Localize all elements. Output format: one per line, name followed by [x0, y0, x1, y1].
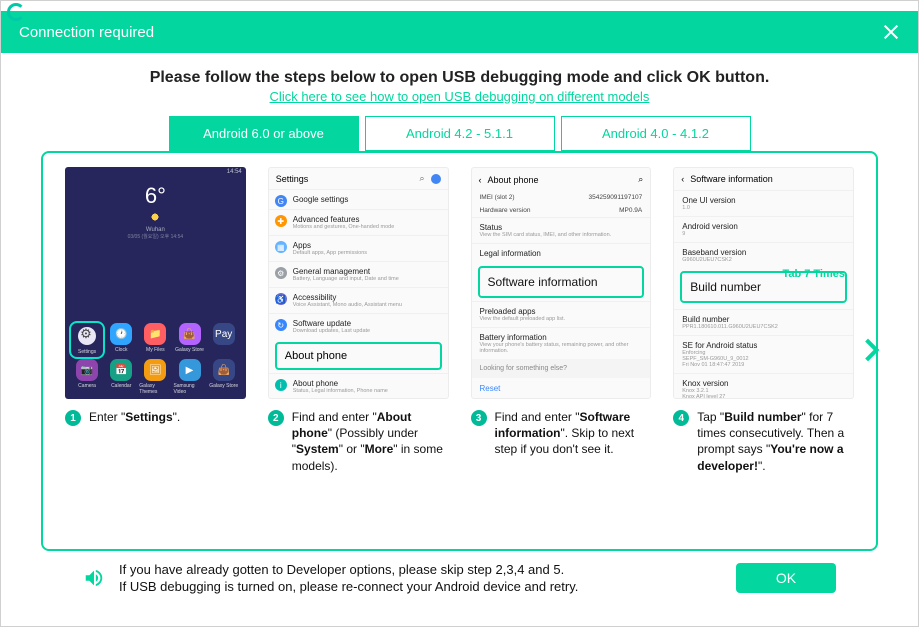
settings-row: ↻Software updateDownload updates, Last u… [269, 313, 448, 339]
about-row: Build numberPPR1.180610.011.G960U2UEU7CS… [674, 309, 853, 335]
sound-icon [83, 567, 105, 589]
settings-row: ⚙General managementBattery, Language and… [269, 261, 448, 287]
app-icon: 📅Calendar [105, 359, 137, 395]
step-2: Settings ⌕ GGoogle settings✚Advanced fea… [268, 167, 449, 474]
step2-text: Find and enter "About phone" (Possibly u… [292, 409, 449, 474]
weather-icon [149, 211, 161, 223]
instruction-heading: Please follow the steps below to open US… [41, 69, 878, 87]
modal-header: Connection required [1, 11, 918, 53]
step4-text: Tap "Build number" for 7 times consecuti… [697, 409, 854, 474]
steps-panel: 14:54 6° Wuhan 03/05 (월요일) 오후 14:54 Sett… [41, 151, 878, 551]
about-phone-highlight: About phone [275, 342, 442, 370]
about-row: Preloaded appsView the default preloaded… [472, 301, 651, 327]
app-icon: 🕐Clock [105, 323, 137, 357]
temperature: 6° [65, 183, 246, 209]
app-icon: 👜Galaxy Store [208, 359, 240, 395]
settings-row: GGoogle settings [269, 189, 448, 209]
footer-note: If you have already gotten to Developer … [119, 561, 722, 596]
app-logo-icon [7, 3, 25, 21]
step-number-1: 1 [65, 410, 81, 426]
modal-content: Please follow the steps below to open US… [1, 53, 918, 626]
step-number-3: 3 [471, 410, 487, 426]
about-row: StatusView the SIM card status, IMEI, an… [472, 217, 651, 243]
about-row: Knox versionKnox 3.2.1Knox API level 27T… [674, 373, 853, 399]
app-icon: 📁My Files [139, 323, 171, 357]
step3-text: Find and enter "Software information". S… [495, 409, 652, 458]
about-row: Battery informationView your phone's bat… [472, 327, 651, 359]
settings-row: ✚Advanced featuresMotions and gestures, … [269, 209, 448, 235]
app-window: Connection required Please follow the st… [0, 0, 919, 627]
settings-row: ♿AccessibilityVoice Assistant, Mono audi… [269, 287, 448, 313]
app-icon: 📷Camera [71, 359, 103, 395]
app-icon: Settings [69, 321, 105, 359]
about-row: Android version9 [674, 216, 853, 242]
android-version-tabs: Android 6.0 or above Android 4.2 - 5.1.1… [41, 116, 878, 151]
software-info-highlight: Software information [478, 266, 645, 298]
modal-title: Connection required [19, 24, 154, 41]
app-icon: ▶Samsung Video [173, 359, 205, 395]
step3-screenshot: ‹ About phone ⌕ IMEI (slot 2)35425909119… [471, 167, 652, 399]
step4-screenshot: ‹ Software information One UI version1.0… [673, 167, 854, 399]
modal-footer: If you have already gotten to Developer … [41, 551, 878, 614]
about-row: Legal information [472, 243, 651, 263]
models-help-link[interactable]: Click here to see how to open USB debugg… [41, 89, 878, 104]
step-1: 14:54 6° Wuhan 03/05 (월요일) 오후 14:54 Sett… [65, 167, 246, 474]
back-icon: ‹ [479, 175, 482, 185]
tab-android-6[interactable]: Android 6.0 or above [169, 116, 359, 151]
titlebar [1, 1, 918, 11]
next-page-icon[interactable] [854, 338, 880, 364]
step2-screenshot: Settings ⌕ GGoogle settings✚Advanced fea… [268, 167, 449, 399]
search-icon: ⌕ [419, 173, 424, 184]
back-icon: ‹ [681, 174, 684, 184]
step-number-4: 4 [673, 410, 689, 426]
info-icon: i [275, 379, 287, 391]
ok-button[interactable]: OK [736, 563, 836, 593]
step-number-2: 2 [268, 410, 284, 426]
close-icon[interactable] [882, 23, 900, 41]
tab-7-times-label: Tab 7 Times [782, 268, 845, 280]
settings-row: ▦AppsDefault apps, App permissions [269, 235, 448, 261]
tab-android-40[interactable]: Android 4.0 - 4.1.2 [561, 116, 751, 151]
step1-screenshot: 14:54 6° Wuhan 03/05 (월요일) 오후 14:54 Sett… [65, 167, 246, 399]
app-icon: 👜Galaxy Store [173, 323, 205, 357]
app-icon: Pay [208, 323, 240, 357]
step-4: ‹ Software information One UI version1.0… [673, 167, 854, 474]
tab-android-42[interactable]: Android 4.2 - 5.1.1 [365, 116, 555, 151]
about-row: Baseband versionG960U2UEU7CSK2 [674, 242, 853, 268]
app-icon: 🖼Galaxy Themes [139, 359, 171, 395]
step1-text: Enter "Settings". [89, 409, 180, 425]
step-3: ‹ About phone ⌕ IMEI (slot 2)35425909119… [471, 167, 652, 474]
search-icon: ⌕ [638, 174, 643, 185]
account-icon [431, 174, 441, 184]
about-row: One UI version1.0 [674, 190, 853, 216]
about-row: SE for Android statusEnforcingSEPF_SM-G9… [674, 335, 853, 373]
